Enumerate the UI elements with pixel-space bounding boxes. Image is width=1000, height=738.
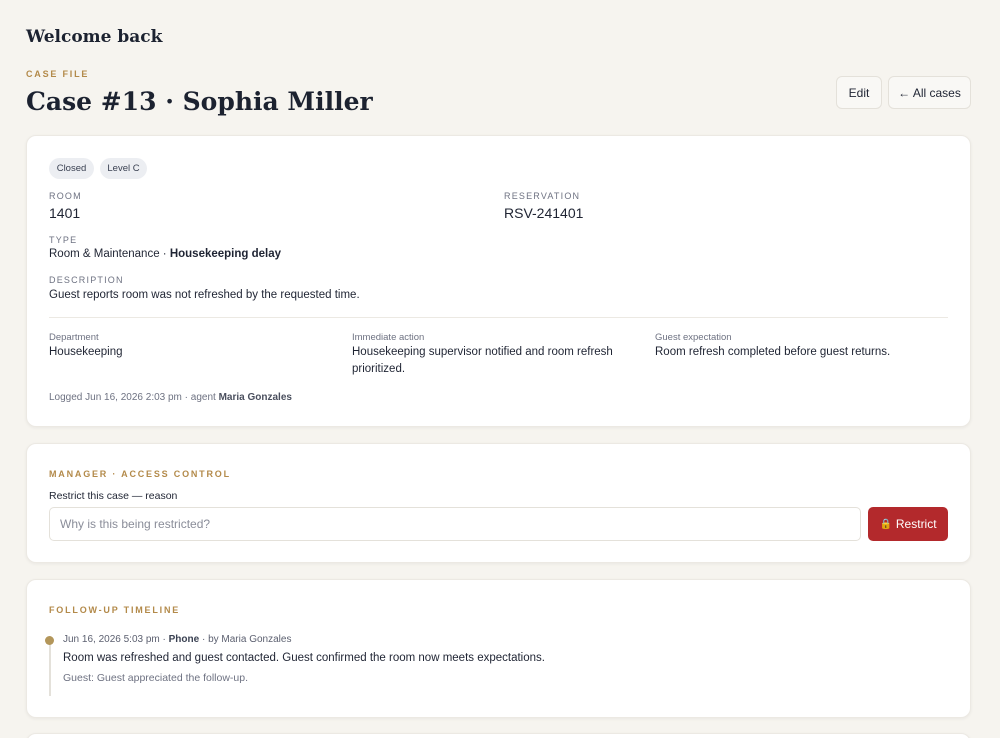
room-label: ROOM [49,191,82,201]
restrict-reason-label: Restrict this case — reason [49,490,178,502]
timeline-entry-meta: Jun 16, 2026 5:03 pm · Phone · by Maria … [63,634,291,645]
next-card [26,733,971,738]
timeline-channel: Phone [168,634,200,645]
description-label: DESCRIPTION [49,275,124,285]
type-value: Room & Maintenance · Housekeeping delay [49,246,281,263]
restrict-reason-input[interactable] [49,507,861,541]
edit-button[interactable]: Edit [836,76,882,109]
timeline-eyebrow: FOLLOW-UP TIMELINE [49,605,181,615]
page: Welcome back CASE FILE Case #13 · Sophia… [0,0,1000,738]
timeline-line [49,636,51,696]
access-control-eyebrow: MANAGER · ACCESS CONTROL [49,469,231,479]
timeline-dot [45,636,54,645]
guest-expectation-value: Room refresh completed before guest retu… [655,346,891,358]
guest-expectation-label: Guest expectation [655,332,732,343]
lock-icon: 🔒 [879,518,892,530]
immediate-action-label: Immediate action [352,332,425,343]
department-value: Housekeeping [49,346,123,358]
description-value: Guest reports room was not refreshed by … [49,289,360,301]
type-category: Room & Maintenance · [49,248,170,260]
restrict-button-label: Restrict [895,517,937,531]
reservation-value: RSV-241401 [504,205,584,221]
case-file-eyebrow: CASE FILE [26,69,90,79]
page-title: Case #13 · Sophia Miller [26,87,373,116]
case-details-card: Closed Level C ROOM 1401 RESERVATION RSV… [26,135,971,427]
type-label: TYPE [49,235,78,245]
timeline-author: · by Maria Gonzales [199,634,292,645]
type-detail: Housekeeping delay [169,248,282,260]
level-badge: Level C [100,158,147,179]
all-cases-button[interactable]: ← All cases [888,76,971,109]
timeline-timestamp: Jun 16, 2026 5:03 pm · [63,634,169,645]
welcome-heading: Welcome back [26,27,163,47]
room-value: 1401 [49,205,81,221]
divider [49,317,948,318]
timeline-guest-note: Guest: Guest appreciated the follow-up. [63,672,249,684]
logged-agent: Maria Gonzales [218,392,292,403]
immediate-action-value: Housekeeping supervisor notified and roo… [352,346,613,375]
follow-up-timeline-card: FOLLOW-UP TIMELINE Jun 16, 2026 5:03 pm … [26,579,971,718]
reservation-label: RESERVATION [504,191,581,201]
department-label: Department [49,332,99,343]
access-control-card: MANAGER · ACCESS CONTROL Restrict this c… [26,443,971,563]
logged-timestamp: Logged Jun 16, 2026 2:03 pm · agent [49,392,219,403]
timeline-entry-text: Room was refreshed and guest contacted. … [63,652,545,664]
logged-info: Logged Jun 16, 2026 2:03 pm · agent Mari… [49,392,292,403]
restrict-button[interactable]: 🔒 Restrict [868,507,948,541]
status-badge: Closed [49,158,94,179]
